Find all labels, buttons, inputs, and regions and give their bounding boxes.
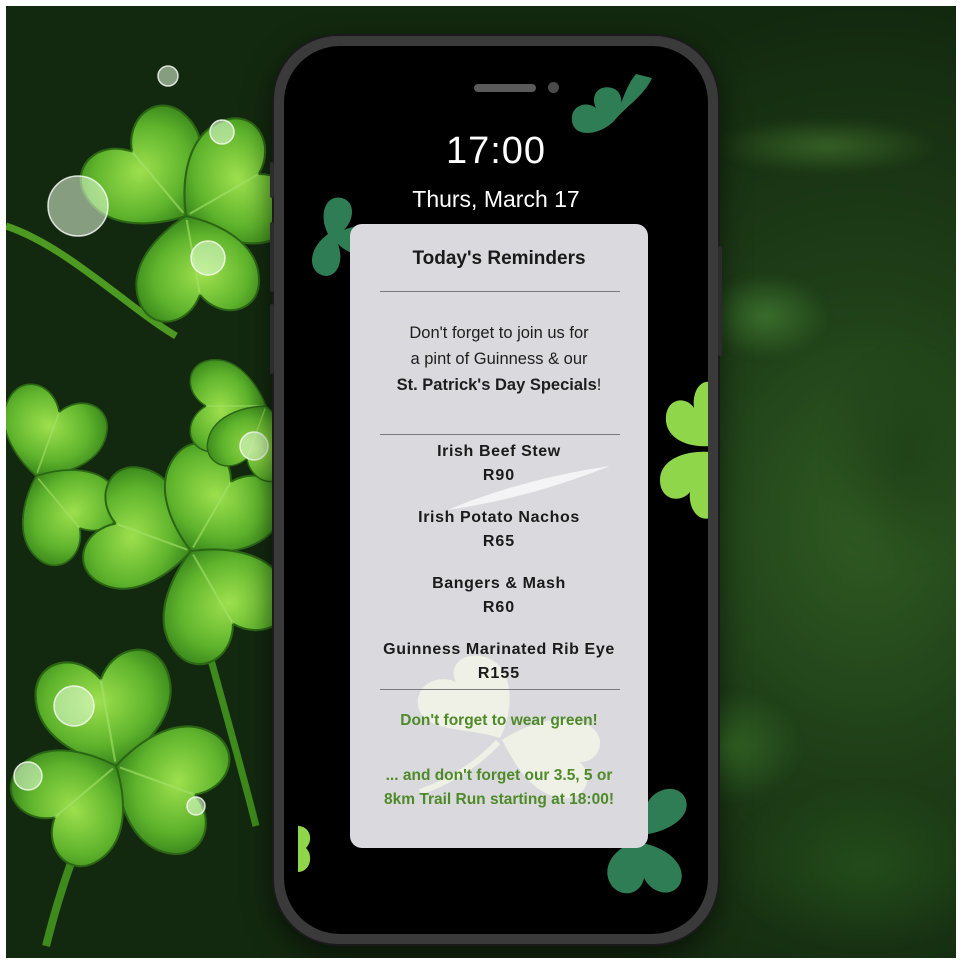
menu-item-name: Irish Potato Nachos (418, 509, 580, 526)
smartphone-frame: 17:00 Thurs, March 17 Today's Reminders … (270, 36, 722, 944)
intro-line-2: a pint of Guinness & our (410, 350, 588, 368)
shamrock-icon (298, 826, 311, 872)
intro-exclaim: ! (596, 376, 602, 394)
intro-line-1: Don't forget to join us for (409, 324, 589, 342)
menu-item-name: Irish Beef Stew (437, 443, 561, 460)
menu-item-name: Guinness Marinated Rib Eye (383, 641, 615, 658)
divider (380, 689, 620, 690)
menu-item: Irish Beef Stew R90 (350, 440, 648, 488)
menu-item-price: R60 (482, 599, 516, 616)
menu-item-price: R65 (482, 533, 516, 550)
divider (380, 434, 620, 435)
intro-line-3: St. Patrick's Day Specials! (374, 372, 624, 398)
background-photo: 17:00 Thurs, March 17 Today's Reminders … (6, 6, 956, 958)
menu-item-price: R90 (482, 467, 516, 484)
shamrock-icon (571, 74, 652, 134)
specials-label: St. Patrick's Day Specials (396, 376, 597, 394)
volume-down-button (270, 304, 274, 374)
mute-switch (270, 162, 274, 198)
earpiece-speaker (474, 84, 536, 92)
intro-text: Don't forget to join us for a pint of Gu… (374, 320, 624, 398)
front-camera (548, 82, 559, 93)
menu-item-name: Bangers & Mash (432, 575, 566, 592)
trail-run-note: ... and don't forget our 3.5, 5 or 8km T… (384, 767, 614, 808)
reminders-card: Today's Reminders Don't forget to join u… (350, 224, 648, 848)
card-title: Today's Reminders (412, 248, 586, 269)
menu-item: Guinness Marinated Rib Eye R155 (350, 638, 648, 686)
divider (380, 291, 620, 292)
menu-item: Irish Potato Nachos R65 (350, 506, 648, 554)
wear-green-note: Don't forget to wear green! (400, 712, 598, 729)
lock-screen: 17:00 Thurs, March 17 Today's Reminders … (284, 46, 708, 934)
menu-item-price: R155 (477, 665, 521, 682)
power-button (718, 246, 722, 356)
volume-up-button (270, 222, 274, 292)
menu-item: Bangers & Mash R60 (350, 572, 648, 620)
